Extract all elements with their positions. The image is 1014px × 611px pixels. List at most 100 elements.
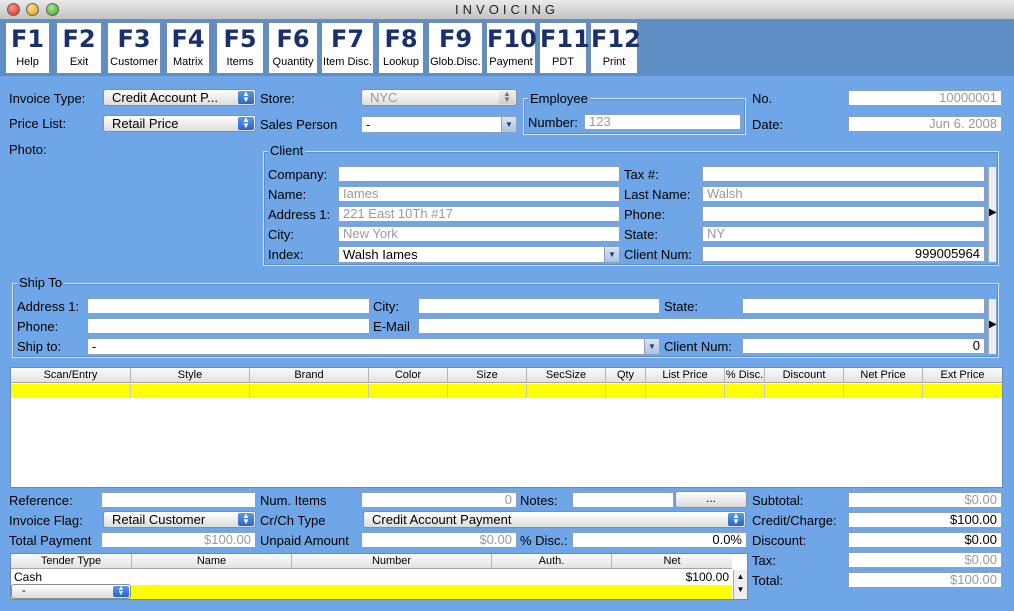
client-index-combo[interactable]: Walsh Iames ▼ <box>338 246 620 263</box>
f1-help-button[interactable]: F1 Help <box>5 22 50 74</box>
column-header-name[interactable]: Name <box>132 554 292 569</box>
table-row[interactable]: Cash $100.00 <box>11 570 732 585</box>
ship-phone-field[interactable] <box>87 318 370 334</box>
f7-item-disc-button[interactable]: F7 Item Disc. <box>321 22 374 74</box>
column-header-net[interactable]: Net <box>612 554 732 569</box>
invoice-flag-label: Invoice Flag: <box>9 513 83 528</box>
f3-customer-button[interactable]: F3 Customer <box>107 22 161 74</box>
tax-label: Tax: <box>752 553 776 568</box>
ship-phone-label: Phone: <box>17 319 59 334</box>
expand-arrow-icon[interactable]: ▶ <box>989 207 997 218</box>
minimize-window-button[interactable] <box>26 3 39 16</box>
column-header-color[interactable]: Color <box>369 368 448 383</box>
num-items-field[interactable]: 0 <box>361 492 517 508</box>
chevron-down-icon[interactable]: ▼ <box>604 247 619 262</box>
items-table[interactable]: Scan/Entry Style Brand Color Size SecSiz… <box>10 367 1003 488</box>
column-header-brand[interactable]: Brand <box>250 368 369 383</box>
f6-quantity-button[interactable]: F6 Quantity <box>268 22 318 74</box>
notes-field[interactable] <box>572 492 674 508</box>
notes-button[interactable]: ... <box>675 491 747 508</box>
store-select[interactable]: NYC ▲ ▼ <box>361 89 517 106</box>
last-name-field[interactable]: Walsh <box>702 186 985 202</box>
total-field[interactable]: $100.00 <box>848 572 1002 588</box>
column-header-style[interactable]: Style <box>131 368 250 383</box>
client-name-field[interactable]: Iames <box>338 186 620 202</box>
invoice-flag-select[interactable]: Retail Customer ▲ ▼ <box>103 511 256 528</box>
unpaid-amount-field[interactable]: $0.00 <box>361 532 517 548</box>
ship-state-field[interactable] <box>742 298 985 314</box>
tax-number-field[interactable] <box>702 166 985 182</box>
invoice-no-label: No. <box>752 91 773 106</box>
client-name-label: Name: <box>268 187 307 202</box>
client-address-field[interactable]: 221 East 10Th #17 <box>338 206 620 222</box>
client-state-field[interactable]: NY <box>702 226 985 242</box>
scroll-down-icon[interactable]: ▼ <box>737 585 745 594</box>
invoice-type-select[interactable]: Credit Account P... ▲ ▼ <box>103 89 256 106</box>
company-field[interactable] <box>338 166 620 182</box>
date-field[interactable]: Jun 6. 2008 <box>848 116 1002 132</box>
ship-address-field[interactable] <box>87 298 370 314</box>
reference-field[interactable] <box>101 492 256 508</box>
close-window-button[interactable] <box>7 3 20 16</box>
disc-pct-label: % Disc.: <box>520 533 568 548</box>
column-header-pct-disc[interactable]: % Disc. <box>725 368 765 383</box>
invoice-no-field[interactable]: 10000001 <box>848 90 1002 106</box>
client-num-field[interactable]: 999005964 <box>702 246 985 262</box>
window-titlebar: INVOICING <box>0 0 1014 20</box>
ship-to-group-title: Ship To <box>17 275 65 290</box>
ship-address-label: Address 1: <box>17 299 80 314</box>
credit-charge-field[interactable]: $100.00 <box>848 512 1002 528</box>
client-phone-field[interactable] <box>702 206 985 222</box>
f2-exit-button[interactable]: F2 Exit <box>56 22 102 74</box>
f10-payment-button[interactable]: F10 Payment <box>486 22 537 74</box>
tax-field[interactable]: $0.00 <box>848 552 1002 568</box>
f12-print-button[interactable]: F12 Print <box>590 22 641 74</box>
chevron-down-icon[interactable]: ▼ <box>644 339 659 354</box>
f4-matrix-button[interactable]: F4 Matrix <box>166 22 210 74</box>
f9-glob-disc-button[interactable]: F9 Glob.Disc. <box>428 22 483 74</box>
total-payment-field[interactable]: $100.00 <box>101 532 256 548</box>
chevron-down-icon[interactable]: ▼ <box>501 117 516 132</box>
tender-scrollbar[interactable]: ▲ ▼ <box>733 570 747 599</box>
photo-label: Photo: <box>9 142 47 157</box>
column-header-auth[interactable]: Auth. <box>492 554 612 569</box>
credit-charge-label: Credit/Charge: <box>752 513 837 528</box>
table-row[interactable]: - ▲ ▼ <box>11 584 732 599</box>
column-header-discount[interactable]: Discount <box>765 368 844 383</box>
ship-client-num-field[interactable]: 0 <box>742 338 985 354</box>
column-header-qty[interactable]: Qty <box>606 368 646 383</box>
ship-city-field[interactable] <box>418 298 660 314</box>
client-num-label: Client Num: <box>624 247 692 262</box>
column-header-list-price[interactable]: List Price <box>646 368 725 383</box>
employee-number-field[interactable]: 123 <box>584 114 741 130</box>
disc-pct-field[interactable]: 0.0% <box>572 532 747 548</box>
f5-items-button[interactable]: F5 Items <box>216 22 264 74</box>
tender-type-select[interactable]: - ▲ ▼ <box>11 584 131 599</box>
tender-net-cell: $100.00 <box>685 570 729 584</box>
discount-field[interactable]: $0.00 <box>848 532 1002 548</box>
ship-email-field[interactable] <box>418 318 985 334</box>
column-header-number[interactable]: Number <box>292 554 492 569</box>
sales-person-combo[interactable]: - ▼ <box>361 116 517 133</box>
zoom-window-button[interactable] <box>46 3 59 16</box>
price-list-select[interactable]: Retail Price ▲ ▼ <box>103 115 256 132</box>
column-header-scan-entry[interactable]: Scan/Entry <box>11 368 131 383</box>
scroll-up-icon[interactable]: ▲ <box>737 572 745 581</box>
crch-type-select[interactable]: Credit Account Payment ▲ ▼ <box>363 511 746 528</box>
ship-email-label: E-Mail <box>373 319 410 334</box>
f8-lookup-button[interactable]: F8 Lookup <box>378 22 424 74</box>
tender-table[interactable]: Tender Type Name Number Auth. Net Cash $… <box>10 553 748 600</box>
f11-pdt-button[interactable]: F11 PDT <box>539 22 590 74</box>
subtotal-field[interactable]: $0.00 <box>848 492 1002 508</box>
client-city-field[interactable]: New York <box>338 226 620 242</box>
column-header-tender-type[interactable]: Tender Type <box>11 554 132 569</box>
column-header-size[interactable]: Size <box>448 368 527 383</box>
column-header-net-price[interactable]: Net Price <box>844 368 923 383</box>
expand-arrow-icon[interactable]: ▶ <box>989 319 997 330</box>
ship-to-combo[interactable]: - ▼ <box>87 338 660 355</box>
unpaid-amount-label: Unpaid Amount <box>260 533 349 548</box>
column-header-ext-price[interactable]: Ext Price <box>923 368 1002 383</box>
last-name-label: Last Name: <box>624 187 691 202</box>
column-header-secsize[interactable]: SecSize <box>527 368 606 383</box>
table-row[interactable] <box>11 384 1002 398</box>
